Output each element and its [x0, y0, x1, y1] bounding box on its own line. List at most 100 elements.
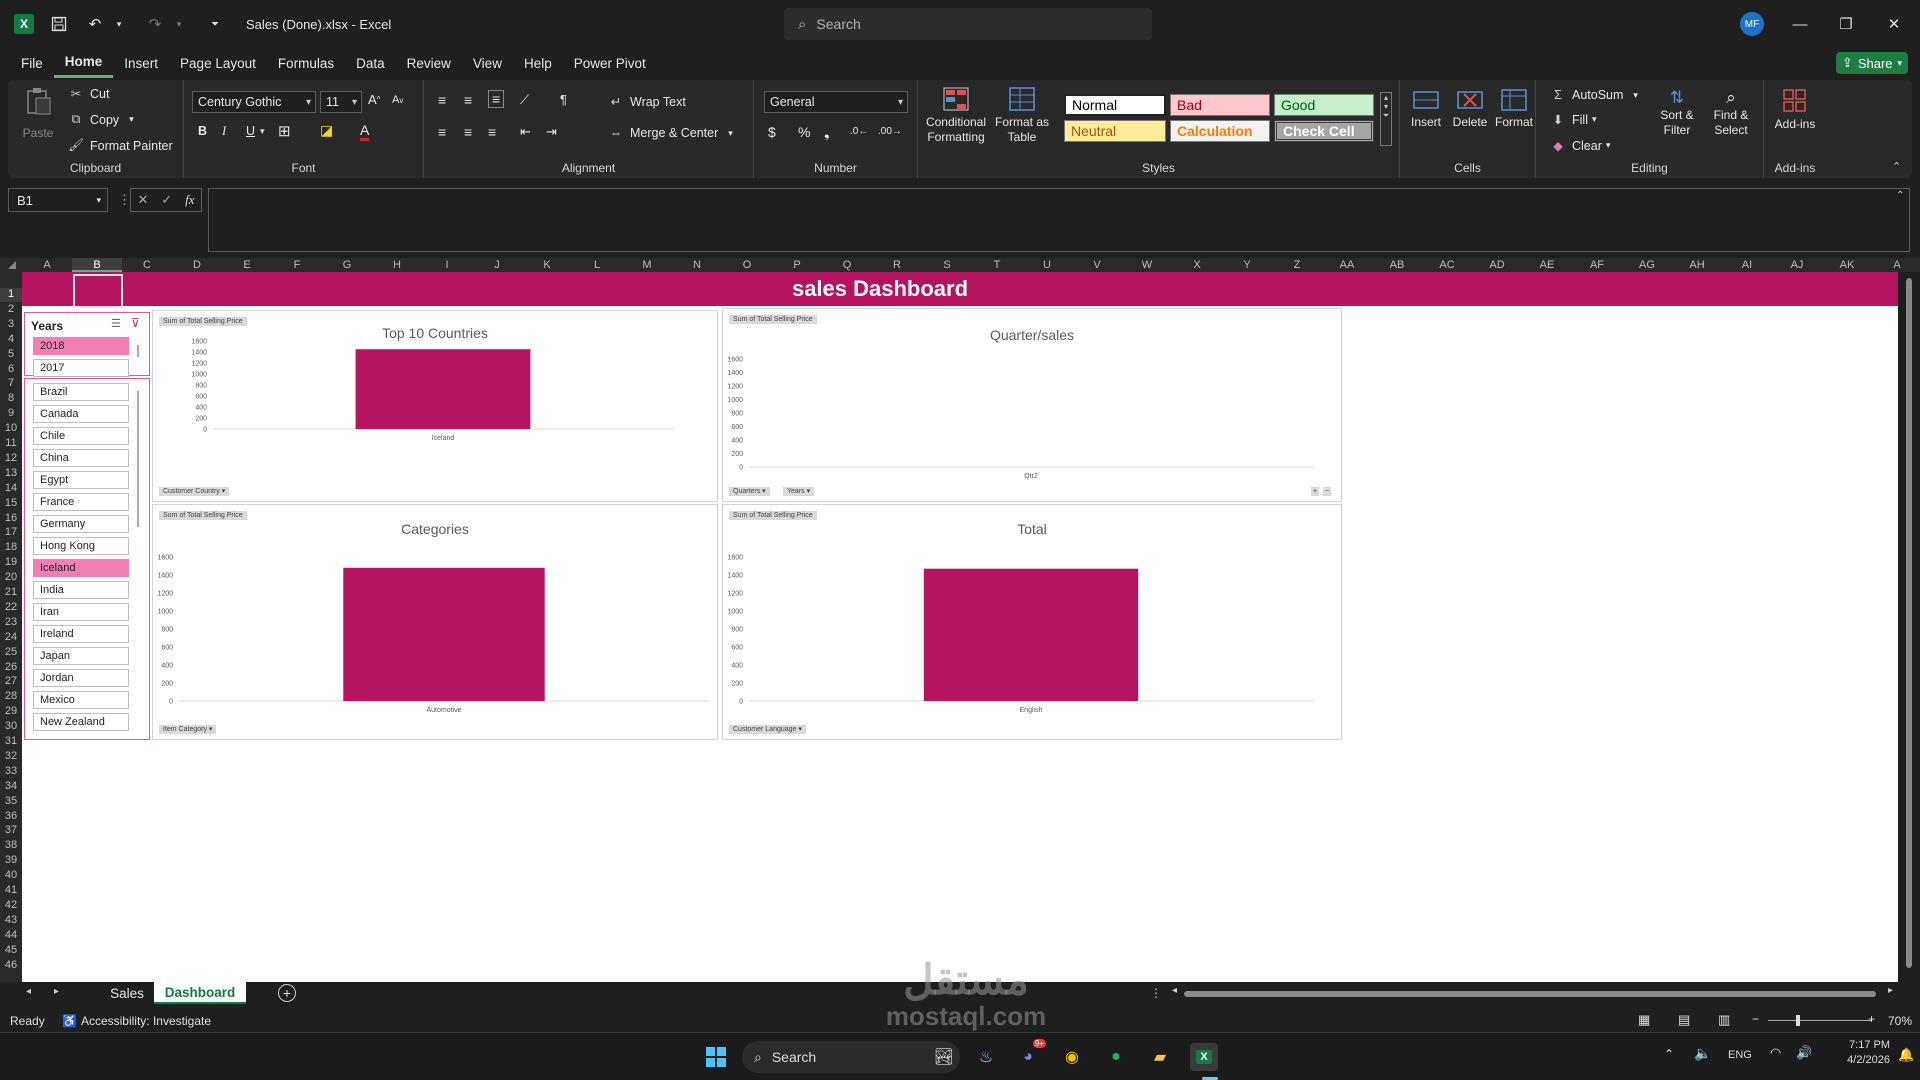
zoom-slider-thumb[interactable] — [1796, 1015, 1800, 1026]
row-header-33[interactable]: 33 — [0, 765, 22, 779]
column-header-w[interactable]: W — [1122, 258, 1172, 272]
wifi-icon[interactable]: ◠ — [1770, 1045, 1781, 1061]
country-slicer-item[interactable]: Egypt — [33, 471, 129, 489]
filter-field-button[interactable]: Quarters ▾ — [729, 487, 770, 496]
windows-start-icon[interactable] — [702, 1043, 730, 1071]
years-slicer-item[interactable]: 2017 — [33, 359, 129, 377]
font-size-select[interactable]: 11 ▾ — [320, 91, 362, 113]
row-header-45[interactable]: 45 — [0, 944, 22, 958]
speaker-icon[interactable]: 🔈 — [1694, 1045, 1711, 1062]
row-header-43[interactable]: 43 — [0, 914, 22, 928]
row-header-44[interactable]: 44 — [0, 929, 22, 943]
chrome-icon[interactable]: ◉ — [1058, 1043, 1086, 1071]
row-header-30[interactable]: 30 — [0, 720, 22, 734]
row-header-7[interactable]: 7 — [0, 377, 22, 391]
row-header-13[interactable]: 13 — [0, 467, 22, 481]
column-header-c[interactable]: C — [122, 258, 172, 272]
underline-icon[interactable]: U — [246, 124, 255, 138]
align-center-icon[interactable]: ≡ — [464, 124, 472, 140]
column-header-x[interactable]: X — [1172, 258, 1222, 272]
chevron-up-icon[interactable]: ⌃ — [1664, 1047, 1674, 1061]
format-as-table-button[interactable]: Format as Table — [992, 86, 1052, 145]
row-header-14[interactable]: 14 — [0, 482, 22, 496]
wrap-text-button[interactable]: ↵ Wrap Text — [608, 94, 686, 110]
tab-help[interactable]: Help — [513, 48, 563, 78]
column-header-i[interactable]: I — [422, 258, 472, 272]
style-normal[interactable]: Normal — [1064, 94, 1166, 116]
column-header-f[interactable]: F — [272, 258, 322, 272]
fill-button[interactable]: ⬇ Fill ▾ — [1550, 112, 1597, 128]
row-header-34[interactable]: 34 — [0, 780, 22, 794]
customize-toolbar-icon[interactable]: ⏷ — [204, 13, 226, 35]
bold-icon[interactable]: B — [198, 124, 207, 138]
years-slicer[interactable]: Years ☰ ⊽ 2018 2017 — [24, 312, 150, 377]
column-header-e[interactable]: E — [222, 258, 272, 272]
country-slicer-item[interactable]: China — [33, 449, 129, 467]
column-header-q[interactable]: Q — [822, 258, 872, 272]
tab-page-layout[interactable]: Page Layout — [169, 48, 267, 78]
clear-filter-icon[interactable]: ⊽ — [131, 316, 140, 330]
country-slicer-item[interactable]: Jordan — [33, 669, 129, 687]
tab-home[interactable]: Home — [53, 48, 114, 78]
row-header-28[interactable]: 28 — [0, 690, 22, 704]
row-header-4[interactable]: 4 — [0, 333, 22, 347]
normal-view-icon[interactable]: ▦ — [1638, 1012, 1650, 1028]
decrease-decimal-icon[interactable]: .00→ — [878, 126, 902, 137]
bar[interactable] — [343, 567, 545, 701]
restore-icon[interactable]: ❐ — [1834, 12, 1858, 36]
row-header-10[interactable]: 10 — [0, 422, 22, 436]
country-slicer-item[interactable]: Hong Kong — [33, 537, 129, 555]
find-select-button[interactable]: ⌕ Find & Select — [1704, 88, 1758, 138]
column-header-g[interactable]: G — [322, 258, 372, 272]
comma-icon[interactable]: ❟ — [824, 124, 830, 141]
tab-review[interactable]: Review — [396, 48, 462, 78]
style-neutral[interactable]: Neutral — [1064, 120, 1166, 142]
row-header-42[interactable]: 42 — [0, 899, 22, 913]
column-header-ad[interactable]: AD — [1472, 258, 1522, 272]
row-header-25[interactable]: 25 — [0, 646, 22, 660]
chart-top-countries[interactable]: Sum of Total Selling Price 1600 1400 1200 10… — [152, 310, 718, 502]
tab-formulas[interactable]: Formulas — [267, 48, 345, 78]
column-header-h[interactable]: H — [372, 258, 422, 272]
notification-icon[interactable]: 🔔 — [1898, 1047, 1914, 1063]
undo-icon[interactable]: ↶ — [84, 13, 106, 35]
align-left-icon[interactable]: ≡ — [438, 124, 446, 140]
format-cells-button[interactable]: Format — [1494, 88, 1534, 129]
row-header-41[interactable]: 41 — [0, 884, 22, 898]
row-header-20[interactable]: 20 — [0, 571, 22, 585]
country-slicer[interactable]: Brazil Canada Chile China Egypt France Germany… — [24, 378, 150, 740]
page-break-view-icon[interactable]: ▥ — [1718, 1012, 1730, 1028]
font-name-select[interactable]: Century Gothic ▾ — [192, 91, 316, 113]
increase-indent-icon[interactable]: ⇥ — [546, 124, 557, 140]
enter-icon[interactable]: ✓ — [161, 192, 172, 208]
prev-sheet-icon[interactable]: ◂ — [26, 986, 31, 997]
column-header-ak[interactable]: AK — [1822, 258, 1872, 272]
spotify-icon[interactable]: ● — [1102, 1043, 1130, 1071]
paste-button[interactable]: Paste — [20, 86, 56, 146]
row-header-3[interactable]: 3 — [0, 318, 22, 332]
align-right-icon[interactable]: ≡ — [488, 124, 496, 140]
increase-decimal-icon[interactable]: .0← — [850, 126, 868, 137]
vertical-scrollbar[interactable] — [1898, 272, 1920, 982]
zoom-in-icon[interactable]: + — [1868, 1012, 1875, 1026]
more-options-icon[interactable]: ⋮ — [1150, 986, 1162, 1000]
country-slicer-item[interactable]: Japan — [33, 647, 129, 665]
conditional-formatting-button[interactable]: Conditional Formatting — [924, 86, 988, 145]
bar[interactable] — [923, 568, 1139, 701]
country-slicer-item[interactable]: Mexico — [33, 691, 129, 709]
country-slicer-item[interactable]: Chile — [33, 427, 129, 445]
column-header-ag[interactable]: AG — [1622, 258, 1672, 272]
country-slicer-item[interactable]: Ireland — [33, 625, 129, 643]
column-header-j[interactable]: J — [472, 258, 522, 272]
row-header-37[interactable]: 37 — [0, 824, 22, 838]
worksheet[interactable]: sales Dashboard Years ☰ ⊽ 2018 2017 Brazi… — [22, 272, 1898, 982]
currency-icon[interactable]: $ — [768, 124, 776, 140]
align-bottom-icon[interactable]: ≡ — [488, 90, 505, 108]
style-check-cell[interactable]: Check Cell — [1274, 120, 1374, 142]
row-header-12[interactable]: 12 — [0, 452, 22, 466]
minus-icon[interactable]: − — [1323, 487, 1332, 496]
column-header-ac[interactable]: AC — [1422, 258, 1472, 272]
column-header-ae[interactable]: AE — [1522, 258, 1572, 272]
add-sheet-icon[interactable]: + — [278, 984, 296, 1002]
row-header-31[interactable]: 31 — [0, 735, 22, 749]
